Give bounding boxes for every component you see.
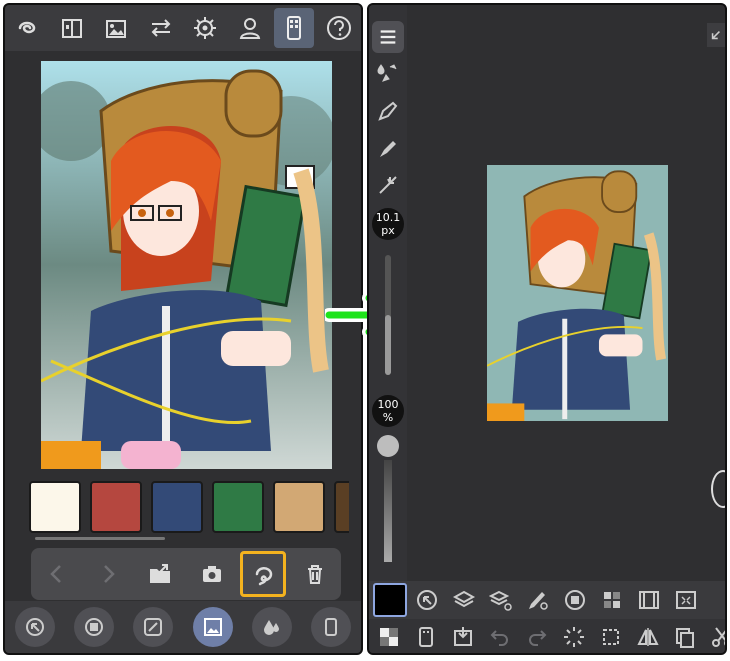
back-icon[interactable] — [34, 551, 80, 597]
smartphone-icon[interactable] — [409, 620, 443, 653]
clip-logo-icon[interactable] — [7, 8, 47, 48]
opacity-indicator[interactable]: 100 % — [372, 395, 404, 427]
layer-icon[interactable] — [73, 607, 114, 647]
opacity-slider-knob[interactable] — [377, 435, 399, 457]
redo-icon[interactable] — [520, 620, 554, 653]
flip-icon[interactable] — [631, 620, 665, 653]
command-bar-bottom — [369, 619, 725, 653]
color-palette — [29, 481, 349, 535]
forward-icon[interactable] — [85, 551, 131, 597]
circle-icon[interactable] — [558, 583, 592, 617]
book-icon[interactable] — [52, 8, 92, 48]
fit-icon[interactable] — [669, 583, 703, 617]
gallery-icon[interactable] — [96, 8, 136, 48]
palette-swatch[interactable] — [212, 481, 264, 533]
bottom-toolbar — [5, 601, 361, 653]
more-icon[interactable] — [311, 607, 352, 647]
navigator-icon[interactable] — [410, 583, 444, 617]
loading-icon[interactable] — [557, 620, 591, 653]
canvas-artwork[interactable] — [487, 165, 668, 421]
opacity-value: 100 — [377, 398, 399, 411]
lasso-icon[interactable] — [240, 551, 287, 597]
image-icon[interactable] — [192, 607, 233, 647]
trash-icon[interactable] — [292, 551, 338, 597]
undo-icon[interactable] — [483, 620, 517, 653]
palette-swatch[interactable] — [29, 481, 81, 533]
import-icon[interactable] — [446, 620, 480, 653]
left-phone-screen — [3, 3, 363, 655]
folder-export-icon[interactable] — [137, 551, 183, 597]
layer-property-icon[interactable] — [484, 583, 518, 617]
navigator-icon[interactable] — [14, 607, 55, 647]
brush-size-unit: px — [381, 224, 395, 237]
brush-size-value: 10.1 — [375, 211, 401, 224]
brush-settings-icon[interactable] — [521, 583, 555, 617]
edge-handle[interactable] — [711, 470, 725, 508]
right-phone-screen: 10.1 px 100 % — [367, 3, 727, 655]
drops-icon[interactable] — [251, 607, 292, 647]
palette-swatch[interactable] — [273, 481, 325, 533]
palette-swatch[interactable] — [334, 481, 349, 533]
brush-size-indicator[interactable]: 10.1 px — [372, 208, 404, 240]
edit-toolbar — [31, 548, 341, 600]
edit-icon[interactable] — [133, 607, 174, 647]
menu-icon[interactable] — [372, 21, 404, 53]
layers-icon[interactable] — [447, 583, 481, 617]
palette-swatch[interactable] — [90, 481, 142, 533]
copy-icon[interactable] — [668, 620, 702, 653]
opacity-slider-track[interactable] — [384, 460, 392, 562]
gear-icon[interactable] — [185, 8, 225, 48]
top-toolbar — [5, 5, 361, 51]
current-color-swatch[interactable] — [373, 583, 407, 617]
user-icon[interactable] — [230, 8, 270, 48]
help-icon[interactable] — [319, 8, 359, 48]
color-set-icon[interactable] — [595, 583, 629, 617]
collapse-icon[interactable] — [707, 23, 725, 47]
artwork-image — [41, 61, 332, 469]
animation-icon[interactable] — [632, 583, 666, 617]
camera-icon[interactable] — [189, 551, 235, 597]
opacity-unit: % — [382, 411, 394, 424]
palette-scrollbar[interactable] — [35, 537, 165, 540]
smartphone-icon[interactable] — [274, 8, 315, 48]
command-bar-top — [369, 581, 725, 619]
pen-icon[interactable] — [374, 97, 402, 125]
swap-icon[interactable] — [141, 8, 181, 48]
cut-icon[interactable] — [705, 620, 725, 653]
transparent-icon[interactable] — [372, 620, 406, 653]
color-swap-icon[interactable] — [374, 59, 402, 87]
sparkle-icon[interactable] — [374, 171, 402, 199]
palette-swatch[interactable] — [151, 481, 203, 533]
brush-size-slider-fill — [385, 315, 391, 375]
brush-icon[interactable] — [374, 135, 402, 163]
crop-icon[interactable] — [594, 620, 628, 653]
tool-sidebar: 10.1 px 100 % — [369, 5, 407, 581]
